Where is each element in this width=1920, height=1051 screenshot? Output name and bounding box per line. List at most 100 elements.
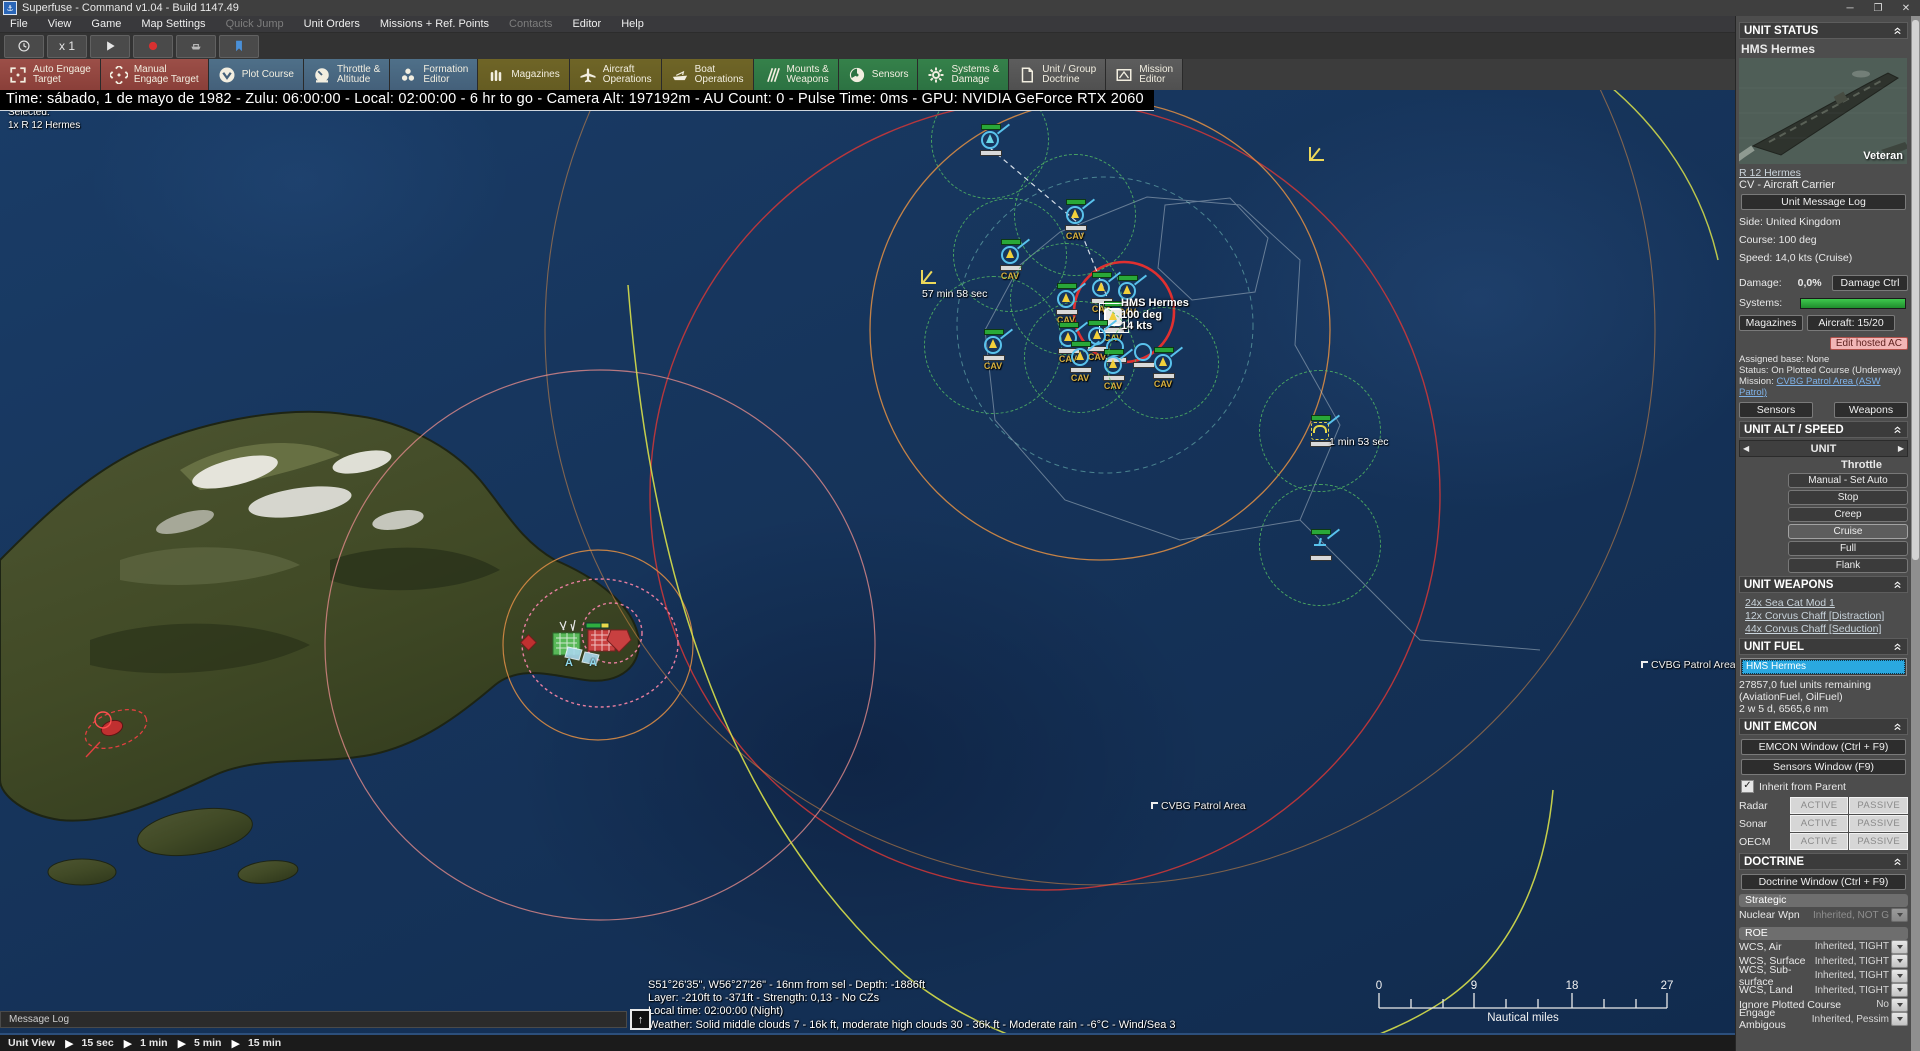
throttle-button[interactable]: Flank xyxy=(1788,558,1908,573)
message-log-label: Message Log xyxy=(9,1014,69,1025)
toolbar-button[interactable]: Aircraft Operations xyxy=(570,59,662,90)
doctrine-header[interactable]: DOCTRINE xyxy=(1739,853,1908,870)
doctrine-row-dropdown[interactable] xyxy=(1891,954,1908,968)
unit-weapons-header[interactable]: UNIT WEAPONS xyxy=(1739,576,1908,593)
game-clock-button[interactable] xyxy=(4,35,44,58)
toolbar-button[interactable]: Magazines xyxy=(478,59,569,90)
scope-prev-arrow[interactable]: ◀ xyxy=(1740,444,1752,453)
doctrine-row-dropdown[interactable] xyxy=(1891,940,1908,954)
unit-emcon-header[interactable]: UNIT EMCON xyxy=(1739,718,1908,735)
menu-item[interactable]: Editor xyxy=(562,16,611,32)
systems-health-bar xyxy=(1800,298,1906,309)
toolbar-button[interactable]: Mounts & Weapons xyxy=(754,59,839,90)
unit-fuel-header[interactable]: UNIT FUEL xyxy=(1739,638,1908,655)
nuclear-wpn-dropdown[interactable] xyxy=(1891,908,1908,922)
weapons-panel-button[interactable]: Weapons xyxy=(1834,402,1908,418)
toolbar-button[interactable]: Systems & Damage xyxy=(918,59,1009,90)
ferry-mode-button[interactable] xyxy=(176,35,216,58)
unit-db-link[interactable]: R 12 Hermes xyxy=(1739,167,1801,179)
doctrine-row-dropdown[interactable] xyxy=(1891,983,1908,997)
scope-next-arrow[interactable]: ▶ xyxy=(1895,444,1907,453)
collapse-icon[interactable] xyxy=(1892,25,1903,36)
emcon-active-button[interactable]: ACTIVE xyxy=(1790,815,1849,832)
toolbar-button[interactable]: Sensors xyxy=(839,59,919,90)
emcon-passive-button[interactable]: PASSIVE xyxy=(1849,815,1908,832)
maximize-button[interactable]: ❐ xyxy=(1864,0,1892,16)
reference-point[interactable]: CVBG Patrol Area xyxy=(1641,659,1735,671)
unit-alt-speed-header[interactable]: UNIT ALT / SPEED xyxy=(1739,421,1908,438)
damage-ctrl-button[interactable]: Damage Ctrl xyxy=(1832,275,1908,291)
doctrine-row-value: Inherited, Pessim xyxy=(1812,1014,1889,1025)
menu-item[interactable]: View xyxy=(38,16,82,32)
sensors-window-button[interactable]: Sensors Window (F9) xyxy=(1741,759,1906,775)
reference-point[interactable]: CVBG Patrol Area xyxy=(1151,800,1246,812)
toolbar-button[interactable]: Mission Editor xyxy=(1106,59,1183,90)
throttle-button[interactable]: Full xyxy=(1788,541,1908,556)
time-step-button[interactable]: ▶ 1 min xyxy=(124,1037,168,1050)
play-button[interactable] xyxy=(90,35,130,58)
time-step-button[interactable]: ▶ 15 sec xyxy=(65,1037,114,1050)
throttle-button[interactable]: Manual - Set Auto xyxy=(1788,473,1908,488)
menu-item[interactable]: Quick Jump xyxy=(216,16,294,32)
toolbar-button-icon xyxy=(927,66,945,84)
weapon-link[interactable]: 44x Corvus Chaff [Seduction] xyxy=(1745,623,1908,635)
close-button[interactable]: ✕ xyxy=(1892,0,1920,16)
minimize-button[interactable]: ─ xyxy=(1836,0,1864,16)
menu-item[interactable]: Map Settings xyxy=(131,16,215,32)
status-weather-line: Weather: Solid middle clouds 7 - 16k ft,… xyxy=(648,1019,1176,1032)
edit-hosted-ac-button[interactable]: Edit hosted AC xyxy=(1830,337,1908,350)
toolbar-button[interactable]: Manual Engage Target xyxy=(101,59,209,90)
doctrine-window-button[interactable]: Doctrine Window (Ctrl + F9) xyxy=(1741,874,1906,890)
unit-message-log-button[interactable]: Unit Message Log xyxy=(1741,194,1906,210)
bookmark-button[interactable] xyxy=(219,35,259,58)
emcon-passive-button[interactable]: PASSIVE xyxy=(1849,833,1908,850)
scrollbar-thumb[interactable] xyxy=(1912,20,1919,560)
menu-item[interactable]: Missions + Ref. Points xyxy=(370,16,499,32)
time-step-button[interactable]: ▶ 5 min xyxy=(178,1037,222,1050)
menu-item[interactable]: Help xyxy=(611,16,654,32)
throttle-button[interactable]: Stop xyxy=(1788,490,1908,505)
message-log-bar[interactable]: Message Log xyxy=(0,1011,627,1028)
menu-item[interactable]: Game xyxy=(81,16,131,32)
emcon-active-button[interactable]: ACTIVE xyxy=(1790,833,1849,850)
time-multiplier-button[interactable]: x 1 xyxy=(47,35,87,58)
toolbar-button[interactable]: Auto Engage Target xyxy=(0,59,101,90)
record-button[interactable] xyxy=(133,35,173,58)
collapse-icon[interactable] xyxy=(1892,424,1903,435)
doctrine-row-dropdown[interactable] xyxy=(1891,998,1908,1012)
menu-item[interactable]: Unit Orders xyxy=(294,16,370,32)
throttle-button[interactable]: Cruise xyxy=(1788,524,1908,539)
collapse-icon[interactable] xyxy=(1892,579,1903,590)
sensors-panel-button[interactable]: Sensors xyxy=(1739,402,1813,418)
toolbar-button[interactable]: Unit / Group Doctrine xyxy=(1009,59,1106,90)
unit-status-header[interactable]: UNIT STATUS xyxy=(1739,22,1908,39)
collapse-icon[interactable] xyxy=(1892,856,1903,867)
aircraft-button[interactable]: Aircraft: 15/20 xyxy=(1807,315,1895,331)
sidebar-scrollbar[interactable] xyxy=(1911,16,1920,1051)
weapon-link[interactable]: 24x Sea Cat Mod 1 xyxy=(1745,597,1908,609)
readiness-bar xyxy=(984,329,1004,335)
inherit-checkbox[interactable]: ✓ xyxy=(1741,780,1754,793)
toolbar-button[interactable]: Plot Course xyxy=(209,59,304,90)
toolbar-button[interactable]: Throttle & Altitude xyxy=(304,59,390,90)
readiness-bar xyxy=(1154,347,1174,353)
throttle-button[interactable]: Creep xyxy=(1788,507,1908,522)
emcon-passive-button[interactable]: PASSIVE xyxy=(1849,797,1908,814)
menu-item[interactable]: File xyxy=(0,16,38,32)
time-step-button[interactable]: ▶ 15 min xyxy=(231,1037,281,1050)
menu-item[interactable]: Contacts xyxy=(499,16,562,32)
doctrine-row-dropdown[interactable] xyxy=(1891,969,1908,983)
emcon-sensor-label: Sonar xyxy=(1739,818,1789,830)
emcon-window-button[interactable]: EMCON Window (Ctrl + F9) xyxy=(1741,739,1906,755)
expand-log-button[interactable]: ↑ xyxy=(630,1009,651,1030)
toolbar-button[interactable]: Boat Operations xyxy=(662,59,754,90)
fuel-unit-list-item[interactable]: HMS Hermes xyxy=(1742,660,1905,674)
collapse-icon[interactable] xyxy=(1892,721,1903,732)
emcon-active-button[interactable]: ACTIVE xyxy=(1790,797,1849,814)
doctrine-row-dropdown[interactable] xyxy=(1891,1012,1908,1026)
weapon-link[interactable]: 12x Corvus Chaff [Distraction] xyxy=(1745,610,1908,622)
magazines-button[interactable]: Magazines xyxy=(1739,315,1803,331)
map-viewport[interactable]: 0 9 18 27 Nautical miles CAV xyxy=(0,0,1735,1033)
collapse-icon[interactable] xyxy=(1892,641,1903,652)
toolbar-button[interactable]: Formation Editor xyxy=(390,59,478,90)
